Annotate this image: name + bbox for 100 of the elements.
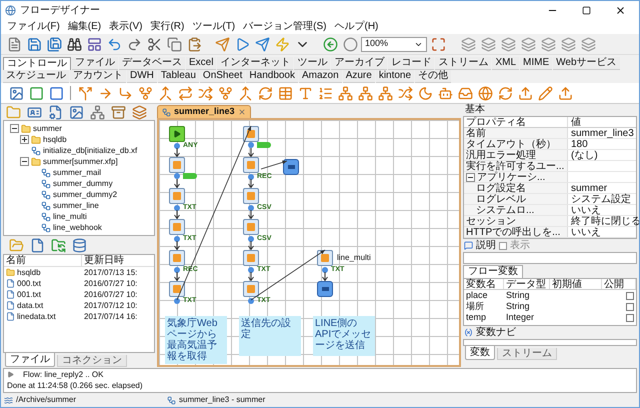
tree-item[interactable]: summer_line [53, 200, 99, 210]
menu-item[interactable]: ツール(T) [188, 20, 240, 33]
palette-tab[interactable]: Azure [342, 70, 375, 83]
palette-tab[interactable]: レコード [388, 57, 434, 70]
loop-icon[interactable] [176, 84, 194, 102]
module-node[interactable] [169, 157, 185, 173]
layers-icon[interactable] [130, 103, 148, 121]
layers-icon[interactable] [539, 35, 557, 53]
start-node[interactable] [169, 126, 185, 142]
file-name[interactable]: 001.txt [17, 288, 42, 300]
tree-item[interactable]: summer_dummy2 [53, 190, 118, 200]
panel-tab[interactable]: 変数 [465, 346, 495, 360]
layers-icon[interactable] [579, 35, 597, 53]
collapse-icon[interactable] [466, 172, 475, 182]
palette-tab[interactable]: コントロール [3, 57, 71, 70]
palette-tab[interactable]: その他 [415, 70, 452, 83]
layers-icon[interactable] [459, 35, 477, 53]
palette-tab[interactable]: OnSheet [200, 70, 246, 83]
tree-item[interactable]: hsqldb [43, 134, 67, 144]
palette-tab[interactable]: Handbook [246, 70, 298, 83]
checkbox[interactable] [626, 292, 634, 300]
file-name[interactable]: hsqldb [17, 266, 41, 278]
panel-tab[interactable]: ファイル [5, 353, 55, 367]
module-node[interactable] [243, 126, 259, 142]
menu-item[interactable]: 編集(E) [64, 20, 106, 33]
expand-icon[interactable] [20, 135, 29, 144]
tree-item[interactable]: summer_dummy [53, 178, 113, 188]
palette-tab[interactable]: ファイル [72, 57, 118, 70]
panel-tab[interactable]: コネクション [57, 355, 127, 367]
network-icon[interactable] [336, 84, 354, 102]
comment-note[interactable]: 送信先の設定 [239, 316, 301, 356]
palette-tab[interactable]: kintone [376, 70, 414, 83]
end-node[interactable] [317, 281, 333, 297]
collapse-icon[interactable] [10, 124, 19, 133]
module-node[interactable] [169, 219, 185, 235]
checkbox[interactable] [499, 242, 507, 250]
tree-item[interactable]: line_webhook [53, 222, 102, 232]
layers-icon[interactable] [559, 35, 577, 53]
shuffle-icon[interactable] [196, 84, 214, 102]
layers-icon[interactable] [519, 35, 537, 53]
globe-icon[interactable] [476, 84, 494, 102]
palette-tab[interactable]: Tableau [158, 70, 199, 83]
palette-tab[interactable]: Webサービス [553, 57, 620, 70]
zoom-select[interactable]: 100% [361, 36, 427, 52]
tree-item[interactable]: summer [33, 124, 62, 134]
panel-tab[interactable]: ストリーム [497, 348, 557, 360]
module-node[interactable] [243, 188, 259, 204]
end-node[interactable] [283, 159, 299, 175]
tree-item[interactable]: summer_mail [53, 168, 102, 178]
palette-tab[interactable]: MIME [520, 57, 552, 70]
menu-item[interactable]: 表示(V) [105, 20, 146, 33]
module-node[interactable] [169, 250, 185, 266]
pencil-icon[interactable] [536, 84, 554, 102]
module-node[interactable] [243, 250, 259, 266]
module-node[interactable] [169, 281, 185, 297]
network-icon[interactable] [376, 84, 394, 102]
file-name[interactable]: linedata.txt [17, 310, 56, 322]
layers-icon[interactable] [479, 35, 497, 53]
layers-icon[interactable] [499, 35, 517, 53]
close-icon[interactable] [238, 108, 246, 116]
tree-item[interactable]: summer[summer.xfp] [43, 156, 118, 166]
menu-item[interactable]: 実行(R) [146, 20, 188, 33]
comment-note[interactable]: 気象庁Webページから最高気温予報を取得 [165, 316, 227, 364]
checkbox[interactable] [626, 302, 634, 310]
comment-note[interactable]: LINE側のAPIでメッセージを送信 [313, 316, 375, 356]
palette-tab[interactable]: スケジュール [3, 70, 69, 83]
palette-tab[interactable]: アーカイブ [331, 57, 388, 70]
collapse-icon[interactable] [20, 157, 29, 166]
editor-tab[interactable]: summer_line3 [157, 105, 251, 118]
module-node[interactable] [243, 157, 259, 173]
file-name[interactable]: 000.txt [17, 278, 42, 290]
copy-icon[interactable] [165, 35, 183, 53]
tree-item[interactable]: line_multi [53, 212, 87, 222]
menu-item[interactable]: ヘルプ(H) [330, 20, 382, 33]
stop-icon[interactable] [341, 35, 359, 53]
panel-tab[interactable]: フロー変数 [463, 265, 523, 278]
save-all-icon[interactable] [45, 35, 63, 53]
palette-tab[interactable]: アカウント [70, 70, 126, 83]
palette-tab[interactable]: Excel [186, 57, 216, 70]
file-name[interactable]: data.txt [17, 300, 44, 312]
palette-tab[interactable]: ツール [294, 57, 330, 70]
palette-tab[interactable]: XML [492, 57, 520, 70]
back-icon[interactable] [321, 35, 339, 53]
shuffle-icon[interactable] [396, 84, 414, 102]
module-node[interactable] [243, 219, 259, 235]
menu-item[interactable]: ファイル(F) [3, 20, 64, 33]
palette-tab[interactable]: ストリーム [435, 57, 492, 70]
module-node[interactable] [169, 188, 185, 204]
palette-tab[interactable]: DWH [127, 70, 157, 83]
module-node[interactable] [243, 281, 259, 297]
tree-item[interactable]: initialize_db[initialize_db.xf [43, 146, 138, 156]
menu-item[interactable]: バージョン管理(S) [239, 20, 330, 33]
palette-tab[interactable]: インターネット [217, 57, 294, 70]
palette-tab[interactable]: Amazon [299, 70, 342, 83]
checkbox[interactable] [626, 314, 634, 322]
network-icon[interactable] [356, 84, 374, 102]
module-node[interactable] [317, 250, 333, 266]
palette-tab[interactable]: データベース [119, 57, 185, 70]
network-icon[interactable] [88, 103, 106, 121]
description-field[interactable] [463, 252, 637, 264]
